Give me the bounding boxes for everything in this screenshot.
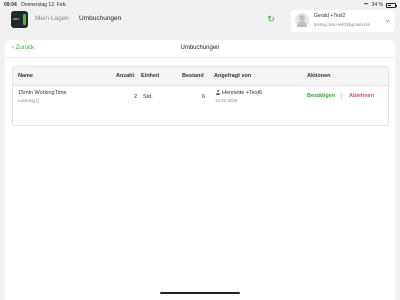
app-logo[interactable]: ANY	[11, 11, 28, 28]
app-header: ANY Mein Lager › Umbuchungen ↻ Gerald +T…	[0, 10, 400, 35]
status-bar: 09:04 Donnerstag 12. Feb. 34 %	[0, 0, 400, 10]
chevron-down-icon[interactable]: ⌄	[384, 15, 391, 24]
battery-icon	[386, 2, 397, 8]
status-date: Donnerstag 12. Feb.	[21, 2, 67, 8]
page-card: ‹ Zurück Umbuchungen Name Anzahl Einheit…	[5, 40, 395, 300]
table-row: 15min WorkingTime Leistung () 2 Std. 6 H…	[13, 85, 388, 107]
item-unit: Std.	[143, 94, 153, 100]
item-subtitle: Leistung ()	[18, 98, 40, 103]
status-bar-right: 34 %	[362, 0, 397, 10]
user-name: Gerald +Test2	[314, 13, 346, 19]
logo-text: ANY	[13, 17, 20, 21]
breadcrumb-umbuchungen: Umbuchungen	[79, 15, 122, 22]
column-name: Name	[18, 73, 33, 79]
reject-button[interactable]: Ablehnen	[349, 93, 374, 99]
column-stock: Bestand	[182, 73, 204, 79]
logo-bar	[23, 14, 26, 25]
status-time: 09:04	[4, 2, 17, 8]
column-requested-by: Angefragt von	[214, 73, 252, 79]
user-menu[interactable]: Gerald +Test2 testing.pwa+test2@gmail.co…	[291, 10, 395, 32]
user-email: testing.pwa+test2@gmail.com	[314, 22, 371, 27]
transfers-table: Name Anzahl Einheit Bestand Angefragt vo…	[12, 66, 389, 126]
wifi-icon	[362, 2, 369, 8]
item-count: 2	[134, 94, 138, 100]
breadcrumb-mein-lager[interactable]: Mein Lager	[35, 15, 68, 22]
table-header: Name Anzahl Einheit Bestand Angefragt vo…	[13, 67, 388, 86]
home-indicator[interactable]	[160, 292, 240, 294]
action-divider	[341, 93, 342, 99]
requested-date: 12.02.2026	[215, 98, 238, 103]
requester-name: Henriette +Test6	[222, 90, 263, 96]
divider	[5, 57, 395, 58]
refresh-icon[interactable]: ↻	[266, 14, 276, 24]
item-name: 15min WorkingTime	[18, 90, 67, 96]
page-title: Umbuchungen	[180, 45, 220, 51]
approve-button[interactable]: Bestätigen	[307, 93, 335, 99]
avatar	[295, 13, 309, 27]
chevron-right-icon: ›	[67, 15, 70, 22]
battery-percent: 34 %	[371, 2, 383, 8]
column-count: Anzahl	[116, 73, 135, 79]
column-actions: Aktionen	[307, 73, 331, 79]
person-icon	[215, 90, 220, 95]
requested-by: Henriette +Test6	[215, 89, 262, 96]
status-bar-left: 09:04 Donnerstag 12. Feb.	[4, 0, 67, 10]
column-unit: Einheit	[141, 73, 160, 79]
item-stock: 6	[202, 94, 206, 100]
